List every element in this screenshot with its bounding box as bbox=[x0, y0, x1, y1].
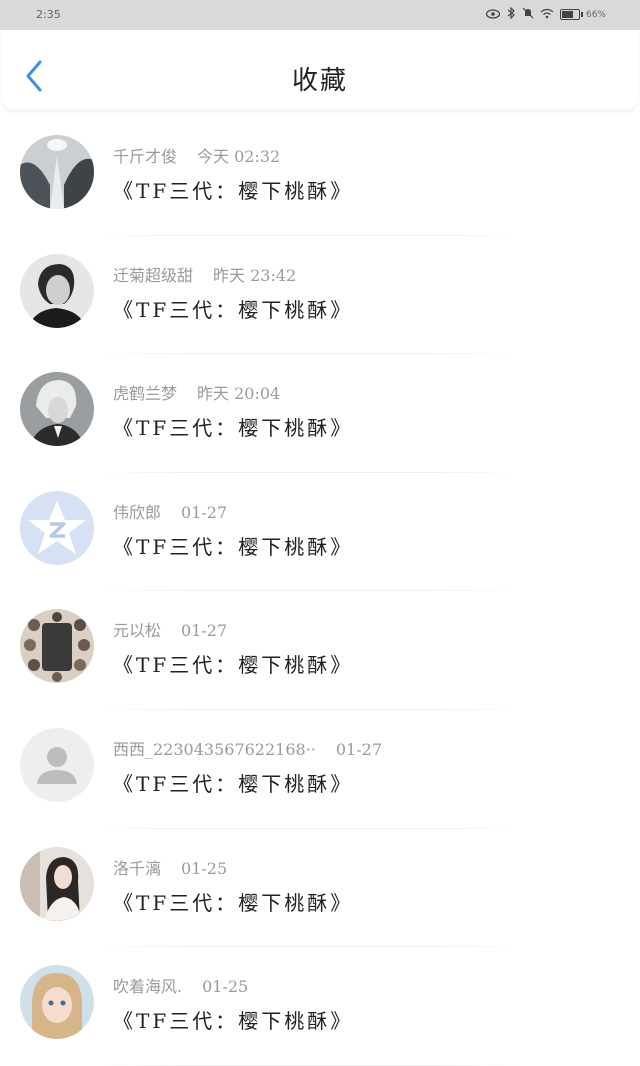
white-hair-character-avatar-icon bbox=[20, 372, 94, 447]
wifi-icon bbox=[540, 8, 554, 22]
favorites-list: 千斤才俊 今天 02:32 《TF三代：樱下桃酥》 迁菊超级甜 昨天 23:42 《… bbox=[0, 117, 640, 1066]
item-meta: 吹着海风. 01-25 bbox=[113, 973, 248, 997]
avatar[interactable] bbox=[20, 135, 94, 209]
group-collage-avatar-icon bbox=[20, 609, 94, 684]
girl-portrait-avatar-icon bbox=[20, 846, 94, 921]
battery-level bbox=[561, 11, 573, 18]
avatar[interactable] bbox=[20, 727, 94, 802]
default-user-avatar-icon bbox=[20, 727, 94, 802]
user-name[interactable]: 西西_223043567622168·· bbox=[113, 740, 316, 759]
list-item[interactable]: 虎鹤兰梦 昨天 20:04 《TF三代：樱下桃酥》 bbox=[0, 354, 640, 473]
avatar[interactable] bbox=[20, 965, 94, 1040]
post-time: 01-27 bbox=[335, 739, 382, 759]
header: 收藏 bbox=[2, 30, 638, 110]
item-meta: 千斤才俊 今天 02:32 bbox=[113, 143, 280, 167]
post-time: 01-25 bbox=[202, 977, 249, 997]
qzone-star-avatar-icon bbox=[20, 490, 94, 565]
item-title[interactable]: 《TF三代：樱下桃酥》 bbox=[113, 1005, 353, 1034]
snowy-forest-avatar-icon bbox=[20, 135, 94, 209]
item-title[interactable]: 《TF三代：樱下桃酥》 bbox=[113, 649, 353, 678]
bluetooth-icon bbox=[506, 6, 516, 22]
item-title[interactable]: 《TF三代：樱下桃酥》 bbox=[113, 887, 353, 916]
avatar[interactable] bbox=[20, 490, 94, 565]
user-name[interactable]: 虎鹤兰梦 bbox=[113, 384, 177, 403]
post-time: 昨天 23:42 bbox=[213, 265, 297, 285]
battery-percent: 66% bbox=[585, 9, 606, 20]
list-item[interactable]: 千斤才俊 今天 02:32 《TF三代：樱下桃酥》 bbox=[0, 117, 640, 236]
status-icons: 66% bbox=[485, 6, 606, 22]
avatar[interactable] bbox=[20, 846, 94, 921]
man-portrait-avatar-icon bbox=[20, 253, 94, 328]
user-name[interactable]: 元以松 bbox=[113, 621, 161, 640]
list-item[interactable]: 伟欣郎 01-27 《TF三代：樱下桃酥》 bbox=[0, 473, 640, 592]
user-name[interactable]: 迁菊超级甜 bbox=[113, 266, 193, 285]
item-meta: 虎鹤兰梦 昨天 20:04 bbox=[113, 380, 280, 404]
item-meta: 伟欣郎 01-27 bbox=[113, 499, 227, 523]
post-time: 01-27 bbox=[181, 502, 228, 522]
user-name[interactable]: 吹着海风. bbox=[113, 977, 182, 996]
post-time: 今天 02:32 bbox=[197, 147, 281, 166]
item-meta: 迁菊超级甜 昨天 23:42 bbox=[113, 262, 296, 286]
mute-icon bbox=[522, 7, 534, 22]
post-time: 01-27 bbox=[181, 621, 228, 641]
item-meta: 洛千漓 01-25 bbox=[113, 855, 227, 879]
avatar[interactable] bbox=[20, 372, 94, 447]
list-item[interactable]: 吹着海风. 01-25 《TF三代：樱下桃酥》 bbox=[0, 947, 640, 1066]
item-title[interactable]: 《TF三代：樱下桃酥》 bbox=[113, 768, 353, 797]
list-item[interactable]: 元以松 01-27 《TF三代：樱下桃酥》 bbox=[0, 591, 640, 710]
item-title[interactable]: 《TF三代：樱下桃酥》 bbox=[113, 294, 353, 323]
list-item[interactable]: 西西_223043567622168·· 01-27 《TF三代：樱下桃酥》 bbox=[0, 710, 640, 829]
item-title[interactable]: 《TF三代：樱下桃酥》 bbox=[113, 531, 353, 560]
list-item[interactable]: 洛千漓 01-25 《TF三代：樱下桃酥》 bbox=[0, 829, 640, 948]
post-time: 01-25 bbox=[181, 858, 228, 878]
item-title[interactable]: 《TF三代：樱下桃酥》 bbox=[113, 412, 353, 441]
item-title[interactable]: 《TF三代：樱下桃酥》 bbox=[113, 175, 353, 204]
eye-icon bbox=[485, 8, 501, 22]
page-title: 收藏 bbox=[291, 66, 348, 96]
avatar[interactable] bbox=[20, 253, 94, 328]
list-item[interactable]: 迁菊超级甜 昨天 23:42 《TF三代：樱下桃酥》 bbox=[0, 236, 640, 355]
cartoon-girl-avatar-icon bbox=[20, 965, 94, 1040]
avatar[interactable] bbox=[20, 609, 94, 684]
user-name[interactable]: 洛千漓 bbox=[113, 859, 161, 878]
post-time: 昨天 20:04 bbox=[197, 384, 281, 404]
status-bar: 2:35 66% bbox=[0, 0, 640, 30]
status-time: 2:35 bbox=[36, 8, 61, 21]
user-name[interactable]: 千斤才俊 bbox=[113, 147, 177, 166]
item-meta: 西西_223043567622168·· 01-27 bbox=[113, 736, 382, 760]
battery-icon bbox=[559, 9, 583, 20]
user-name[interactable]: 伟欣郎 bbox=[113, 503, 161, 522]
item-meta: 元以松 01-27 bbox=[113, 617, 227, 641]
